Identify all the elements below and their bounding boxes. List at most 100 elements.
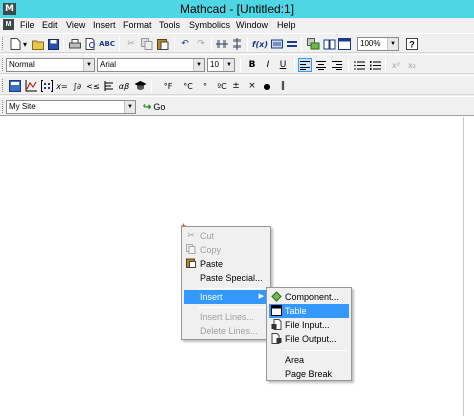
toolbar-area: ▾ ABC ✂ ↶ ↷ f(x) 100% ▼ ? Normal ▼ Arial… (0, 32, 474, 116)
graph-toolbar-icon[interactable] (24, 79, 38, 93)
dot-button[interactable]: ● (260, 79, 274, 93)
chevron-down-icon[interactable]: ▾ (21, 37, 29, 51)
context-menu-insert-lines[interactable]: Insert Lines... (184, 310, 268, 324)
matrix-toolbar-icon[interactable] (40, 79, 54, 93)
chevron-down-icon[interactable]: ▼ (223, 59, 234, 71)
bold-button[interactable]: B (245, 58, 259, 72)
toolbar-separator (301, 37, 302, 51)
toolbar-grip[interactable] (2, 37, 4, 50)
insert-function-icon[interactable]: f(x) (252, 37, 268, 51)
toolbar-separator (174, 37, 175, 51)
toolbar-grip[interactable] (2, 58, 4, 71)
calculus-toolbar-icon[interactable]: ∫∂ (70, 79, 84, 93)
style-select[interactable]: Normal ▼ (6, 58, 95, 72)
align-right-icon[interactable] (330, 58, 344, 72)
subscript-button[interactable]: x₂ (405, 58, 419, 72)
copy-icon[interactable] (140, 37, 154, 51)
print-preview-icon[interactable] (84, 37, 98, 51)
context-menu-cut[interactable]: ✂ Cut (184, 229, 268, 243)
scissors-icon[interactable]: ✂ (124, 37, 138, 51)
new-icon[interactable] (8, 37, 22, 51)
align-center-icon[interactable] (314, 58, 328, 72)
menu-window[interactable]: Window (236, 19, 268, 31)
document-system-icon[interactable]: M (3, 19, 14, 30)
web-toolbar: My Site ▼ ↪ Go (0, 96, 474, 116)
chevron-down-icon[interactable]: ▼ (387, 38, 398, 50)
print-icon[interactable] (68, 37, 82, 51)
context-menu-paste[interactable]: Paste (184, 257, 268, 271)
boolean-toolbar-icon[interactable]: <≤ (86, 79, 100, 93)
menu-file[interactable]: File (20, 19, 35, 31)
context-menu-copy[interactable]: Copy (184, 243, 268, 257)
submenu-file-output[interactable]: File Output... (269, 332, 349, 346)
submenu-table[interactable]: Table (269, 304, 349, 318)
greek-toolbar-icon[interactable]: αβ (117, 79, 131, 93)
insert-component-icon[interactable] (306, 37, 320, 51)
go-arrow-icon: ↪ (143, 102, 152, 113)
submenu-area[interactable]: Area (269, 353, 349, 367)
chevron-down-icon[interactable]: ▼ (193, 59, 204, 71)
spell-check-icon[interactable]: ABC (99, 37, 115, 51)
context-menu-delete-lines[interactable]: Delete Lines... (184, 324, 268, 338)
submenu-page-break[interactable]: Page Break (269, 367, 349, 381)
insert-submenu: Component... Table File Input... File Ou… (266, 287, 352, 381)
superscript-button[interactable]: x² (389, 58, 403, 72)
italic-button[interactable]: I (261, 58, 275, 72)
go-button[interactable]: ↪ Go (143, 99, 165, 115)
align-down-icon[interactable] (230, 37, 244, 51)
menu-tools[interactable]: Tools (159, 19, 180, 31)
component-icon (270, 291, 282, 303)
delta-celsius-button[interactable]: ºC (214, 79, 230, 93)
help-icon[interactable]: ? (405, 37, 419, 51)
toolbar-grip[interactable] (2, 100, 4, 113)
align-across-icon[interactable] (215, 37, 229, 51)
context-menu-paste-special[interactable]: Paste Special... (184, 271, 268, 285)
numbered-list-icon[interactable] (368, 58, 382, 72)
programming-toolbar-icon[interactable] (102, 79, 116, 93)
save-icon[interactable] (46, 37, 60, 51)
chevron-down-icon[interactable]: ▼ (124, 101, 135, 113)
evaluation-toolbar-icon[interactable]: x= (55, 79, 69, 93)
bullet-list-icon[interactable] (352, 58, 366, 72)
calculate-icon[interactable] (285, 37, 299, 51)
norm-button[interactable]: ‖ (276, 79, 290, 93)
paste-icon[interactable] (156, 37, 170, 51)
chevron-down-icon[interactable]: ▼ (83, 59, 94, 71)
menu-edit[interactable]: Edit (42, 19, 58, 31)
insert-unit-icon[interactable] (270, 37, 284, 51)
menu-separator (198, 307, 266, 308)
context-menu-insert[interactable]: Insert ▶ (184, 290, 268, 304)
fahrenheit-button[interactable]: °F (160, 79, 176, 93)
menu-view[interactable]: View (66, 19, 85, 31)
menu-insert[interactable]: Insert (93, 19, 116, 31)
toolbar-grip[interactable] (2, 79, 4, 92)
submenu-file-input[interactable]: File Input... (269, 318, 349, 332)
toolbar-separator (119, 37, 120, 51)
site-select[interactable]: My Site ▼ (6, 100, 136, 114)
undo-icon[interactable]: ↶ (178, 37, 192, 51)
symbolic-toolbar-icon[interactable] (133, 79, 147, 93)
zoom-select[interactable]: 100% ▼ (357, 37, 399, 51)
scissors-icon: ✂ (187, 231, 195, 241)
open-folder-icon[interactable] (31, 37, 45, 51)
calculator-toolbar-icon[interactable] (8, 79, 22, 93)
plus-minus-button[interactable]: ± (229, 79, 243, 93)
redo-icon[interactable]: ↷ (194, 37, 208, 51)
delta-fahrenheit-button[interactable]: ° (197, 79, 213, 93)
toolbar-separator (385, 58, 386, 72)
title-bar: M Mathcad - [Untitled:1] (0, 0, 474, 18)
font-select[interactable]: Arial ▼ (97, 58, 205, 72)
menu-help[interactable]: Help (277, 19, 296, 31)
menu-format[interactable]: Format (123, 19, 152, 31)
resource-center-icon[interactable] (337, 37, 351, 51)
menu-symbolics[interactable]: Symbolics (189, 19, 230, 31)
times-button[interactable]: × (245, 79, 259, 93)
file-input-icon (270, 319, 282, 331)
celsius-button[interactable]: °C (180, 79, 196, 93)
resources-icon[interactable] (322, 37, 336, 51)
math-toolbar: x= ∫∂ <≤ αβ °F °C ° ºC ± × ● ‖ (0, 75, 474, 95)
submenu-component[interactable]: Component... (269, 290, 349, 304)
underline-button[interactable]: U (276, 58, 290, 72)
align-left-icon[interactable] (298, 58, 312, 72)
font-size-select[interactable]: 10 ▼ (207, 58, 235, 72)
